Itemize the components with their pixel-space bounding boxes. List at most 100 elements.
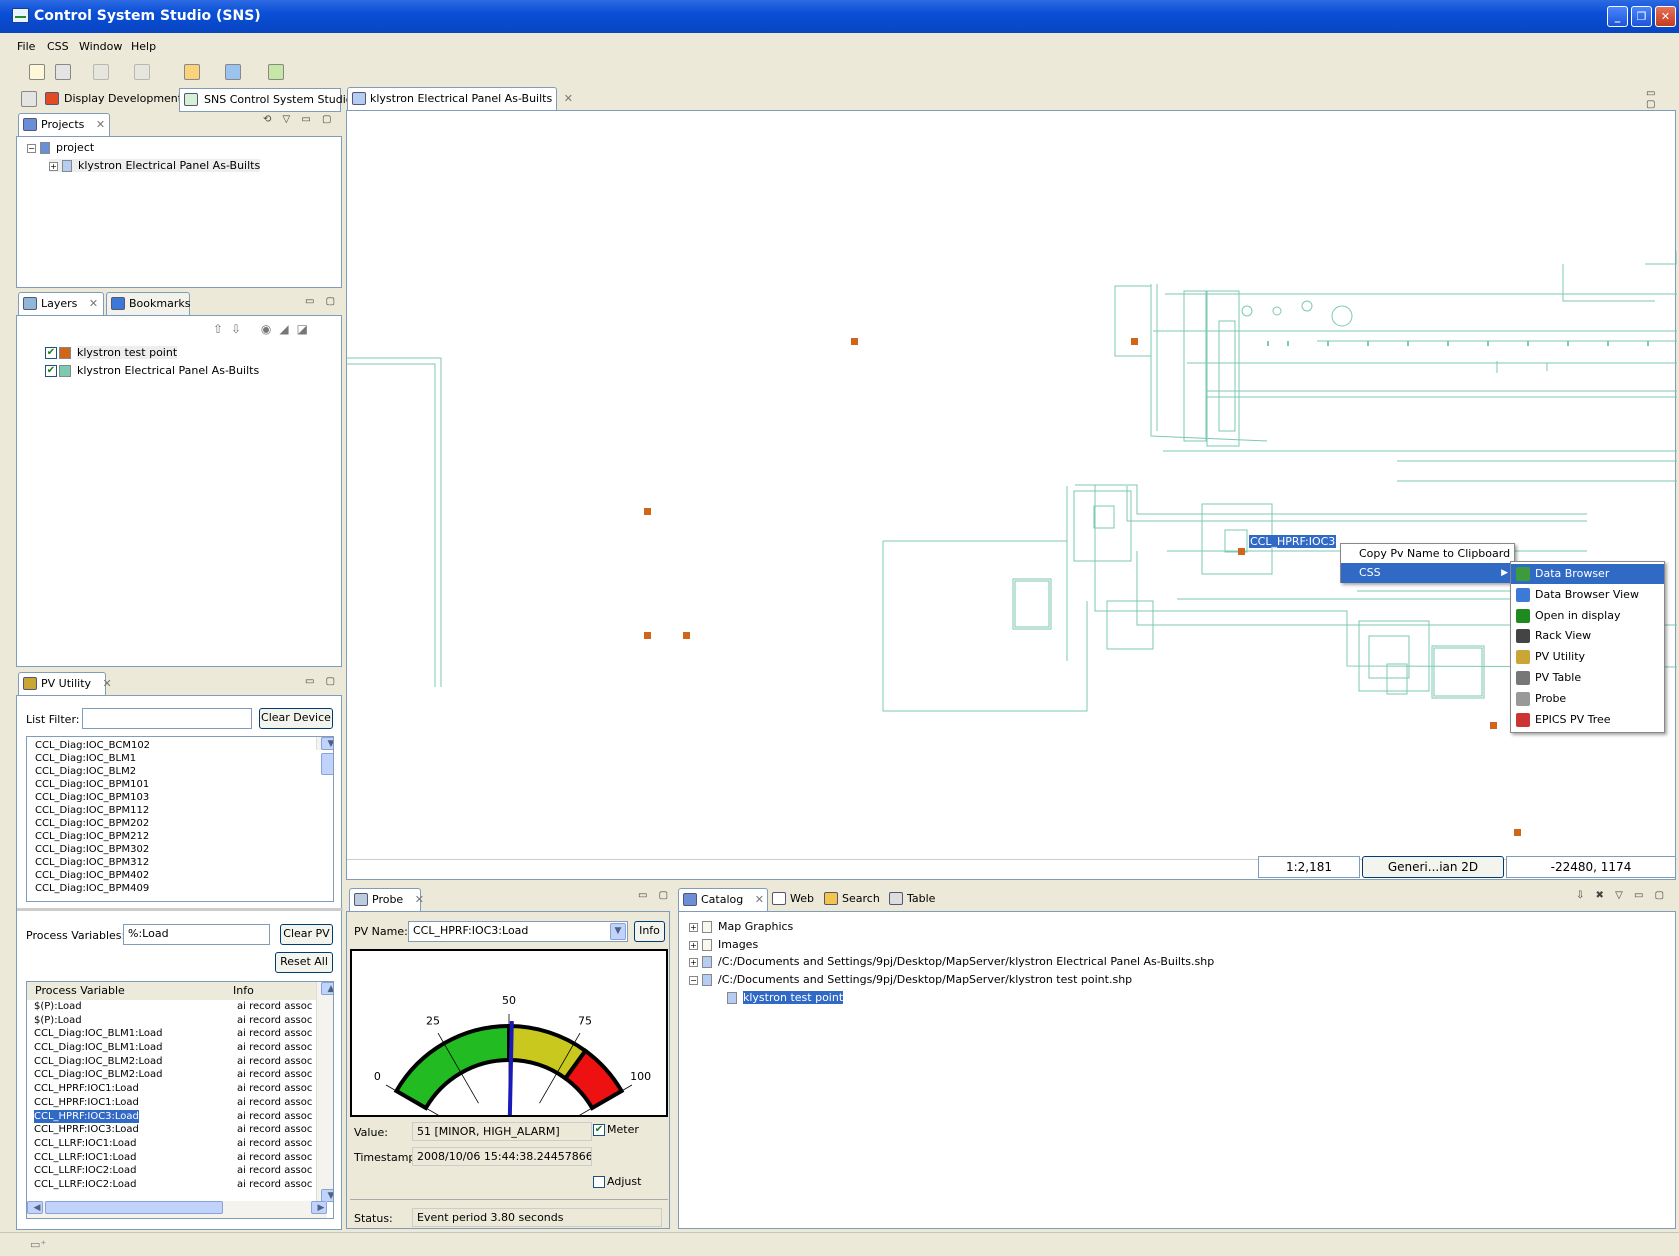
undo-icon[interactable] (93, 64, 109, 80)
close-icon[interactable]: ✕ (564, 92, 573, 105)
catalog-item-map-graphics[interactable]: + Map Graphics (689, 920, 793, 933)
device-list[interactable]: CCL_Diag:IOC_BCM102 CCL_Diag:IOC_BLM1 CCL_… (26, 736, 334, 902)
pv-name-combo[interactable]: CCL_HPRF:IOC3:Load ▼ (408, 921, 628, 942)
tab-search[interactable]: Search (822, 892, 880, 905)
menu-help[interactable]: Help (131, 40, 156, 53)
open-perspective-icon[interactable] (21, 91, 37, 107)
close-icon[interactable]: ✕ (415, 893, 424, 906)
hscroll-thumb[interactable] (45, 1201, 223, 1214)
device-list-item[interactable]: CCL_Diag:IOC_BPM101 (31, 778, 333, 791)
clear-pv-button[interactable]: Clear PV (280, 924, 333, 945)
reset-all-button[interactable]: Reset All (275, 952, 333, 973)
device-list-item[interactable]: CCL_Diag:IOC_BPM112 (31, 804, 333, 817)
perspective-display-development[interactable]: Display Development (42, 89, 186, 111)
table-hscrollbar[interactable]: ◀ ▶ (27, 1201, 327, 1218)
menu-css[interactable]: CSS (47, 40, 69, 53)
device-list-item[interactable]: CCL_Diag:IOC_BLM2 (31, 765, 333, 778)
device-list-item[interactable]: CCL_Diag:IOC_BCM102 (31, 739, 333, 752)
submenu-item-data-browser-view[interactable]: Data Browser View (1511, 585, 1664, 605)
splitter[interactable] (17, 908, 343, 911)
run-icon[interactable] (268, 64, 284, 80)
dropdown-arrow-icon[interactable]: ▼ (610, 923, 626, 940)
map-editor[interactable]: CCL_HPRF:IOC3 (346, 110, 1677, 880)
close-icon[interactable]: ✕ (103, 677, 112, 690)
catalog-item-images[interactable]: + Images (689, 938, 758, 951)
table-row[interactable]: CCL_Diag:IOC_BLM2:Load ai record assoc (31, 1055, 333, 1069)
table-row[interactable]: CCL_LLRF:IOC2:Load ai record assoc (31, 1164, 333, 1178)
close-icon[interactable]: ✕ (89, 297, 98, 310)
map-point-marker[interactable] (1131, 338, 1138, 345)
catalog-toolbar[interactable]: ⇩ ✖ ▽ ▭ ▢ (1576, 890, 1668, 901)
close-icon[interactable]: ✕ (755, 893, 764, 906)
close-icon[interactable]: ✕ (96, 118, 105, 131)
layer-item-test-point[interactable]: ✔ klystron test point (45, 346, 178, 359)
list-filter-input[interactable] (82, 708, 252, 729)
tab-layers[interactable]: Layers ✕ (18, 292, 104, 315)
close-button[interactable]: ✕ (1655, 6, 1676, 27)
submenu-item-pv-utility[interactable]: PV Utility (1511, 647, 1664, 667)
clear-device-button[interactable]: Clear Device (259, 708, 333, 729)
map-point-marker[interactable] (851, 338, 858, 345)
submenu-item-probe[interactable]: Probe (1511, 689, 1664, 709)
tab-pv-utility[interactable]: PV Utility ✕ (18, 672, 112, 695)
info-button[interactable]: Info (634, 921, 665, 942)
submenu-item-rack-view[interactable]: Rack View (1511, 626, 1664, 646)
pvutil-minmax[interactable]: ▭ ▢ (305, 676, 339, 687)
table-row[interactable]: CCL_HPRF:IOC3:Load ai record assoc (31, 1123, 333, 1137)
submenu-item-data-browser[interactable]: Data Browser (1511, 564, 1664, 584)
adjust-checkbox[interactable]: Adjust (593, 1175, 641, 1188)
editor-minmax[interactable]: ▭ ▢ (1646, 88, 1679, 110)
restore-button[interactable]: ❐ (1631, 6, 1652, 27)
crs-button[interactable]: Generi...ian 2D (1362, 856, 1504, 878)
device-list-item[interactable]: CCL_Diag:IOC_BPM103 (31, 791, 333, 804)
table-row[interactable]: CCL_HPRF:IOC1:Load ai record assoc (31, 1082, 333, 1096)
scroll-left-icon[interactable]: ◀ (27, 1201, 43, 1214)
device-list-item[interactable]: CCL_Diag:IOC_BPM212 (31, 830, 333, 843)
layers-minmax[interactable]: ▭ ▢ (305, 296, 339, 307)
tree-item-project[interactable]: − project (27, 141, 94, 154)
new-icon[interactable] (29, 64, 45, 80)
submenu-item-pv-table[interactable]: PV Table (1511, 668, 1664, 688)
map-point-marker[interactable] (1514, 829, 1521, 836)
table-row[interactable]: CCL_Diag:IOC_BLM2:Load ai record assoc (31, 1068, 333, 1082)
perspective-sns-css[interactable]: SNS Control System Studio (179, 88, 353, 112)
scroll-down-icon[interactable]: ▼ (321, 737, 333, 750)
submenu-item-epics-pv-tree[interactable]: EPICS PV Tree (1511, 710, 1664, 730)
table-row[interactable]: CCL_LLRF:IOC1:Load ai record assoc (31, 1137, 333, 1151)
tab-catalog[interactable]: Catalog ✕ (678, 888, 768, 911)
catalog-item-test-point[interactable]: klystron test point (727, 991, 844, 1004)
tab-projects[interactable]: Projects ✕ (18, 113, 110, 136)
layer-item-electrical[interactable]: ✔ klystron Electrical Panel As-Builts (45, 364, 259, 377)
device-list-item[interactable]: CCL_Diag:IOC_BLM1 (31, 752, 333, 765)
map-canvas[interactable] (347, 111, 1677, 861)
back-icon[interactable] (184, 64, 200, 80)
catalog-item-electrical-shp[interactable]: +/C:/Documents and Settings/9pj/Desktop/… (689, 955, 1214, 968)
device-list-item[interactable]: CCL_Diag:IOC_BPM302 (31, 843, 333, 856)
menu-item-copy-pv[interactable]: Copy Pv Name to Clipboard (1341, 544, 1514, 564)
device-list-item[interactable]: CCL_Diag:IOC_BPM202 (31, 817, 333, 830)
table-row[interactable]: CCL_LLRF:IOC2:Load ai record assoc (31, 1178, 333, 1192)
submenu-item-open-in-display[interactable]: Open in display (1511, 606, 1664, 626)
save-icon[interactable] (55, 64, 71, 80)
pv-filter-input[interactable]: %:Load (123, 924, 270, 945)
layer-toolbar[interactable]: ⇧⇩ ◉◢◪ (213, 322, 316, 336)
menu-window[interactable]: Window (79, 40, 122, 53)
menu-file[interactable]: File (17, 40, 35, 53)
device-list-item[interactable]: CCL_Diag:IOC_BPM402 (31, 869, 333, 882)
open-folder-icon[interactable] (225, 64, 241, 80)
table-row[interactable]: CCL_Diag:IOC_BLM1:Load ai record assoc (31, 1041, 333, 1055)
table-row[interactable]: CCL_HPRF:IOC3:Load ai record assoc (31, 1109, 333, 1124)
fast-view-icon[interactable]: ▭⁺ (30, 1238, 46, 1251)
device-list-scrollbar[interactable]: ▲ ▼ (316, 737, 333, 775)
table-row[interactable]: $(P):Load ai record assoc (31, 1014, 333, 1028)
map-point-marker-selected[interactable] (1238, 548, 1245, 555)
meter-checkbox[interactable]: ✔ Meter (593, 1123, 639, 1136)
map-point-marker[interactable] (683, 632, 690, 639)
table-row[interactable]: CCL_HPRF:IOC1:Load ai record assoc (31, 1096, 333, 1110)
tab-table[interactable]: Table (887, 892, 935, 905)
minimize-button[interactable]: _ (1607, 6, 1628, 27)
map-point-marker[interactable] (1490, 722, 1497, 729)
device-list-item[interactable]: CCL_Diag:IOC_BPM409 (31, 882, 333, 895)
probe-minmax[interactable]: ▭ ▢ (638, 890, 672, 901)
table-row[interactable]: CCL_Diag:IOC_BLM1:Load ai record assoc (31, 1027, 333, 1041)
